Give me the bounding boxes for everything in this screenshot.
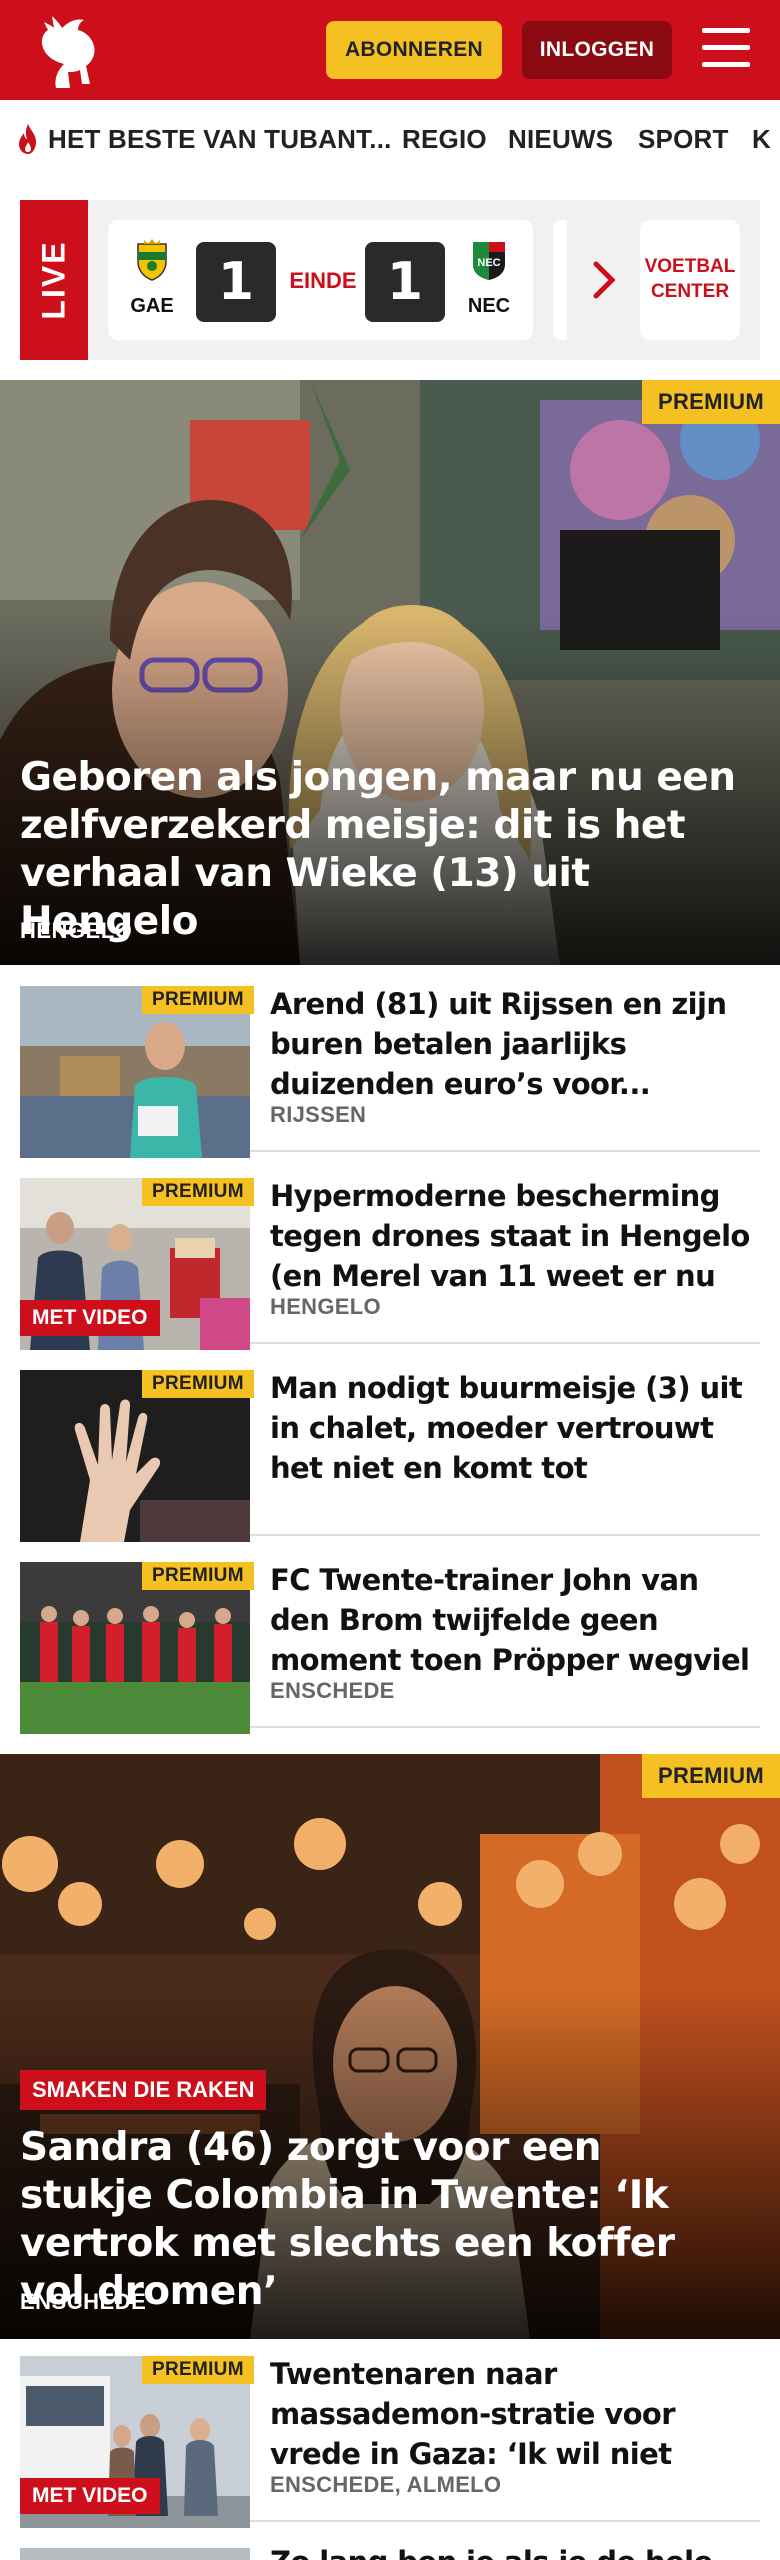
nav-item-nieuws[interactable]: NIEUWS xyxy=(508,124,613,155)
section-label[interactable]: SMAKEN DIE RAKEN xyxy=(20,2070,267,2110)
article-location: ENSCHEDE, ALMELO xyxy=(270,2472,502,2497)
premium-badge: PREMIUM xyxy=(142,1562,254,1590)
nav-item-regio[interactable]: REGIO xyxy=(402,124,487,155)
list-item[interactable]: PREMIUM MET VIDEO Hypermoderne beschermi… xyxy=(20,1164,760,1350)
article-location: HENGELO xyxy=(270,1294,381,1319)
home-team-name: GAE xyxy=(130,295,174,317)
premium-badge: PREMIUM xyxy=(142,1370,254,1398)
article-thumbnail xyxy=(20,2548,250,2560)
match-status: EINDE xyxy=(289,268,357,293)
list-item[interactable]: PREMIUM FC Twente-trainer John van den B… xyxy=(20,1548,760,1734)
article-title[interactable]: Arend (81) uit Rijssen en zijn buren bet… xyxy=(270,984,760,1104)
nec-crest-icon: NEC xyxy=(473,242,505,280)
hamburger-menu-icon[interactable] xyxy=(700,24,752,72)
match-card[interactable]: GAE 1 EINDE 1 NEC NEC xyxy=(108,220,533,340)
premium-badge: PREMIUM xyxy=(642,1754,780,1798)
next-match-card-partial[interactable] xyxy=(553,220,567,340)
live-label: LIVE xyxy=(20,200,88,360)
subscribe-button[interactable]: ABONNEREN xyxy=(326,21,502,79)
hero-title[interactable]: Sandra (46) zorgt voor een stukje Colomb… xyxy=(20,2124,740,2316)
article-title[interactable]: Zo lang ben je als je de hele... xyxy=(270,2544,760,2560)
video-badge: MET VIDEO xyxy=(20,1300,160,1336)
site-header: ABONNEREN INLOGGEN xyxy=(0,0,780,100)
list-item-partial[interactable]: Zo lang ben je als je de hele... xyxy=(20,2534,760,2560)
hero-article-2[interactable]: PREMIUM SMAKEN DIE RAKEN Sandra (46) zor… xyxy=(0,1754,780,2339)
article-location: ENSCHEDE xyxy=(270,1678,395,1703)
article-title[interactable]: Man nodigt buurmeisje (3) uit in chalet,… xyxy=(270,1368,760,1488)
article-title[interactable]: Hypermoderne bescherming tegen drones st… xyxy=(270,1176,760,1296)
nav-item-het-beste[interactable]: HET BESTE VAN TUBANT... xyxy=(48,124,392,155)
nav-item-more[interactable]: K xyxy=(752,124,771,155)
article-title[interactable]: FC Twente-trainer John van den Brom twij… xyxy=(270,1560,760,1680)
article-title[interactable]: Twentenaren naar massademon-stratie voor… xyxy=(270,2354,760,2474)
main-navigation: HET BESTE VAN TUBANT... REGIO NIEUWS SPO… xyxy=(0,100,780,180)
nav-item-sport[interactable]: SPORT xyxy=(638,124,729,155)
flame-icon xyxy=(19,124,36,154)
list-item[interactable]: PREMIUM Arend (81) uit Rijssen en zijn b… xyxy=(20,972,760,1158)
premium-badge: PREMIUM xyxy=(142,2356,254,2384)
article-location: RIJSSEN xyxy=(270,1102,367,1127)
list-item[interactable]: PREMIUM Man nodigt buurmeisje (3) uit in… xyxy=(20,1356,760,1542)
svg-text:NEC: NEC xyxy=(477,257,500,269)
hero-location: ENSCHEDE xyxy=(20,2289,147,2314)
chevron-right-icon[interactable] xyxy=(590,258,620,302)
home-score: 1 xyxy=(196,242,276,322)
home-team: GAE xyxy=(122,238,182,318)
voetbal-center-button[interactable]: VOETBAL CENTER xyxy=(640,220,740,340)
video-badge: MET VIDEO xyxy=(20,2478,160,2514)
login-button[interactable]: INLOGGEN xyxy=(522,21,672,79)
premium-badge: PREMIUM xyxy=(142,1178,254,1206)
hero-article-1[interactable]: PREMIUM Geboren als jongen, maar nu een … xyxy=(0,380,780,965)
list-item[interactable]: PREMIUM MET VIDEO Twentenaren naar massa… xyxy=(20,2342,760,2528)
premium-badge: PREMIUM xyxy=(142,986,254,1014)
away-team-name: NEC xyxy=(467,295,511,317)
premium-badge: PREMIUM xyxy=(642,380,780,424)
away-team: NEC NEC xyxy=(459,238,519,318)
gae-crest-icon xyxy=(137,239,167,281)
live-scores-bar: LIVE GAE 1 EINDE 1 NEC NEC VOETBAL CENTE… xyxy=(20,200,760,360)
hero-location: HENGELO xyxy=(20,918,133,943)
away-score: 1 xyxy=(365,242,445,322)
tubantia-horse-logo[interactable] xyxy=(34,8,106,92)
